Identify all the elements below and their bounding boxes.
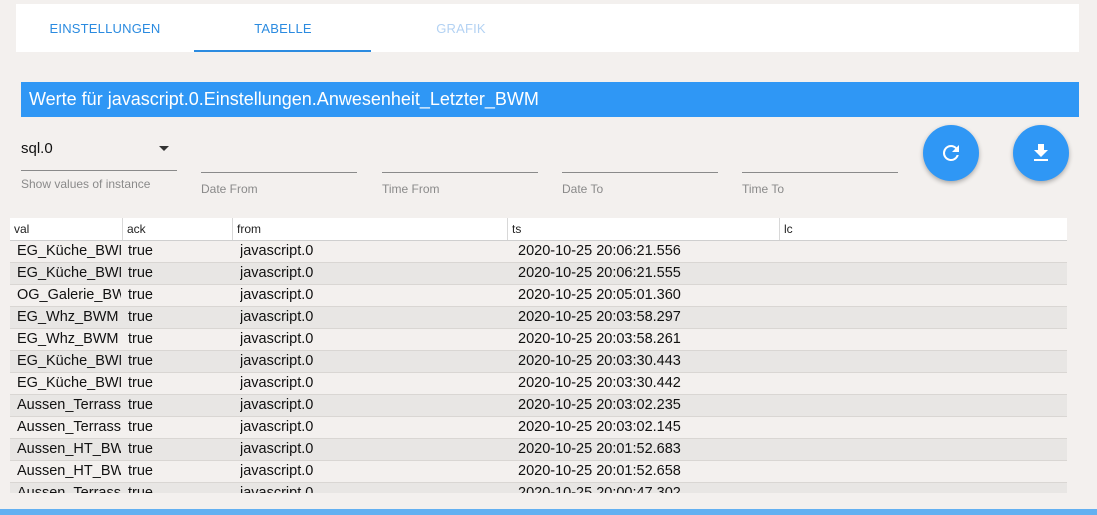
- values-table: val ack from ts lc EG_Küche_BWM true javas…: [10, 218, 1067, 493]
- cell-val: Aussen_HT_BWM: [17, 463, 121, 479]
- column-header-ack[interactable]: ack: [123, 218, 233, 240]
- cell-ack: true: [128, 463, 153, 479]
- cell-ack: true: [128, 375, 153, 391]
- chevron-down-icon[interactable]: [159, 146, 169, 151]
- date-to-input[interactable]: [562, 150, 718, 173]
- cell-from: javascript.0: [240, 485, 314, 493]
- table-row[interactable]: Aussen_Terrasse true javascript.0 2020-10-2…: [10, 417, 1067, 439]
- time-to-label: Time To: [742, 182, 785, 196]
- cell-val: EG_Whz_BWM: [17, 331, 119, 347]
- cell-val: EG_Küche_BWM: [17, 375, 121, 391]
- cell-from: javascript.0: [240, 375, 314, 391]
- cell-from: javascript.0: [240, 397, 314, 413]
- cell-ack: true: [128, 265, 153, 281]
- cell-val: Aussen_HT_BWM: [17, 441, 121, 457]
- date-from-label: Date From: [201, 182, 258, 196]
- cell-ack: true: [128, 331, 153, 347]
- table-row[interactable]: EG_Whz_BWM true javascript.0 2020-10-25 20:…: [10, 307, 1067, 329]
- cell-ack: true: [128, 485, 153, 493]
- cell-ts: 2020-10-25 20:03:58.261: [518, 331, 681, 347]
- page-title: Werte für javascript.0.Einstellungen.Anw…: [21, 82, 1079, 117]
- cell-ts: 2020-10-25 20:00:47.302: [518, 485, 681, 493]
- cell-ts: 2020-10-25 20:03:30.442: [518, 375, 681, 391]
- cell-from: javascript.0: [240, 265, 314, 281]
- cell-from: javascript.0: [240, 309, 314, 325]
- table-row[interactable]: Aussen_Terrasse true javascript.0 2020-10-2…: [10, 395, 1067, 417]
- download-button[interactable]: [1013, 125, 1069, 181]
- cell-from: javascript.0: [240, 419, 314, 435]
- tab-grafik[interactable]: GRAFIK: [372, 4, 550, 52]
- cell-from: javascript.0: [240, 287, 314, 303]
- cell-val: EG_Küche_BWM: [17, 243, 121, 259]
- cell-ts: 2020-10-25 20:01:52.683: [518, 441, 681, 457]
- cell-ack: true: [128, 441, 153, 457]
- cell-val: EG_Küche_BWM: [17, 265, 121, 281]
- cell-ts: 2020-10-25 20:03:58.297: [518, 309, 681, 325]
- date-from-field[interactable]: Date From: [201, 150, 357, 196]
- cell-val: Aussen_Terrasse: [17, 397, 121, 413]
- table-row[interactable]: Aussen_HT_BWM true javascript.0 2020-10-25 …: [10, 461, 1067, 483]
- column-header-lc[interactable]: lc: [780, 218, 1067, 240]
- active-tab-indicator: [194, 50, 371, 52]
- cell-ts: 2020-10-25 20:03:02.145: [518, 419, 681, 435]
- cell-ts: 2020-10-25 20:03:02.235: [518, 397, 681, 413]
- tab-bar: EINSTELLUNGEN TABELLE GRAFIK: [16, 4, 1079, 52]
- table-row[interactable]: EG_Whz_BWM true javascript.0 2020-10-25 20:…: [10, 329, 1067, 351]
- cell-ts: 2020-10-25 20:05:01.360: [518, 287, 681, 303]
- date-to-label: Date To: [562, 182, 604, 196]
- cell-from: javascript.0: [240, 243, 314, 259]
- bottom-bar: [0, 509, 1097, 515]
- column-header-ts[interactable]: ts: [508, 218, 780, 240]
- table-row[interactable]: EG_Küche_BWM true javascript.0 2020-10-25 2…: [10, 263, 1067, 285]
- time-from-input[interactable]: [382, 150, 538, 173]
- date-from-input[interactable]: [201, 150, 357, 173]
- column-header-from[interactable]: from: [233, 218, 508, 240]
- cell-from: javascript.0: [240, 441, 314, 457]
- tab-einstellungen[interactable]: EINSTELLUNGEN: [16, 4, 194, 52]
- table-row[interactable]: Aussen_HT_BWM true javascript.0 2020-10-25 …: [10, 439, 1067, 461]
- cell-ts: 2020-10-25 20:06:21.555: [518, 265, 681, 281]
- time-to-field[interactable]: Time To: [742, 150, 898, 196]
- instance-underline: [21, 170, 177, 171]
- date-to-field[interactable]: Date To: [562, 150, 718, 196]
- cell-from: javascript.0: [240, 463, 314, 479]
- cell-ack: true: [128, 243, 153, 259]
- cell-val: EG_Whz_BWM: [17, 309, 119, 325]
- refresh-icon: [943, 145, 959, 161]
- tab-tabelle[interactable]: TABELLE: [194, 4, 372, 52]
- instance-label: Show values of instance: [21, 177, 151, 191]
- cell-val: Aussen_Terrasse: [17, 485, 121, 493]
- cell-ack: true: [128, 309, 153, 325]
- table-row[interactable]: OG_Galerie_BWM true javascript.0 2020-10-25…: [10, 285, 1067, 307]
- instance-value[interactable]: sql.0: [21, 138, 177, 160]
- cell-ack: true: [128, 353, 153, 369]
- table-row[interactable]: EG_Küche_BWM true javascript.0 2020-10-25 2…: [10, 373, 1067, 395]
- cell-ack: true: [128, 397, 153, 413]
- time-from-field[interactable]: Time From: [382, 150, 538, 196]
- table-row[interactable]: Aussen_Terrasse true javascript.0 2020-10-2…: [10, 483, 1067, 493]
- cell-ack: true: [128, 419, 153, 435]
- cell-ts: 2020-10-25 20:01:52.658: [518, 463, 681, 479]
- refresh-button[interactable]: [923, 125, 979, 181]
- cell-from: javascript.0: [240, 353, 314, 369]
- cell-val: OG_Galerie_BWM: [17, 287, 121, 303]
- table-row[interactable]: EG_Küche_BWM true javascript.0 2020-10-25 2…: [10, 351, 1067, 373]
- table-row[interactable]: EG_Küche_BWM true javascript.0 2020-10-25 2…: [10, 241, 1067, 263]
- time-to-input[interactable]: [742, 150, 898, 173]
- table-header: val ack from ts lc: [10, 218, 1067, 241]
- cell-val: Aussen_Terrasse: [17, 419, 121, 435]
- column-header-val[interactable]: val: [10, 218, 123, 240]
- download-icon: [1034, 144, 1048, 161]
- time-from-label: Time From: [382, 182, 440, 196]
- instance-select[interactable]: sql.0 Show values of instance: [21, 138, 177, 191]
- cell-from: javascript.0: [240, 331, 314, 347]
- cell-val: EG_Küche_BWM: [17, 353, 121, 369]
- cell-ack: true: [128, 287, 153, 303]
- cell-ts: 2020-10-25 20:03:30.443: [518, 353, 681, 369]
- cell-ts: 2020-10-25 20:06:21.556: [518, 243, 681, 259]
